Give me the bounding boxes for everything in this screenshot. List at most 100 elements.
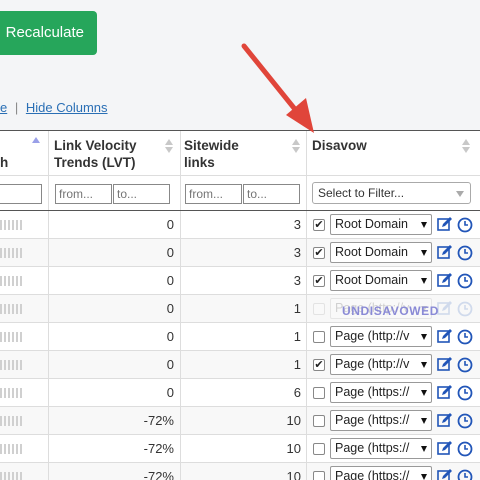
edit-icon[interactable] [437,469,452,480]
disavow-scope-select[interactable]: Page (http://v [330,354,432,375]
hide-columns-link[interactable]: Hide Columns [26,100,108,115]
edit-icon[interactable] [437,301,452,316]
sitewide-from-input[interactable] [185,184,242,204]
disavow-scope-value: Page (https:// [335,469,410,480]
disavow-scope-value: Page (https:// [335,385,410,399]
disavow-filter-select[interactable]: Select to Filter... [312,182,471,204]
disavow-scope-select[interactable]: Page (https:// [330,466,432,480]
history-icon[interactable] [457,469,473,480]
sitewide-value: 6 [293,385,301,400]
disavow-scope-select[interactable]: Page (https:// [330,382,432,403]
table-header: h Link Velocity Trends (LVT) Sitewide link… [0,131,480,175]
sitewide-value: 1 [293,301,301,316]
disavow-scope-select[interactable]: Page (https:// [330,410,432,431]
edit-icon[interactable] [437,385,452,400]
disavow-checkbox[interactable] [313,331,325,343]
table-row: 0 6 Page (https:// [0,379,480,407]
sparkline [0,388,22,398]
disavow-scope-value: Page (http://v [335,357,410,371]
disavow-checkbox[interactable]: ✔ [313,275,325,287]
history-icon[interactable] [457,301,473,317]
column-header-sitewide[interactable]: Sitewide links [184,131,239,175]
sort-arrows-icon[interactable] [462,139,470,153]
sitewide-value: 10 [286,441,301,456]
sort-arrows-icon[interactable] [165,139,173,153]
history-icon[interactable] [457,217,473,233]
edit-icon[interactable] [437,413,452,428]
disavow-checkbox[interactable] [313,443,325,455]
table-row: -72% 10 Page (https:// [0,463,480,480]
disavow-scope-select[interactable]: Root Domain [330,242,432,263]
history-icon[interactable] [457,441,473,457]
lvt-to-input[interactable] [113,184,170,204]
edit-icon[interactable] [437,441,452,456]
sitewide-value: 10 [286,413,301,428]
disavow-checkbox[interactable]: ✔ [313,359,325,371]
history-icon[interactable] [457,329,473,345]
table-row: 0 3 ✔ Root Domain [0,211,480,239]
disavow-checkbox[interactable]: ✔ [313,247,325,259]
table-row: 0 1 Page (http://v [0,323,480,351]
table-row: 0 1 Page (http://v UNDISAVOWED [0,295,480,323]
edit-icon[interactable] [437,273,452,288]
disavow-checkbox[interactable]: ✔ [313,219,325,231]
sparkline [0,472,22,480]
edit-icon[interactable] [437,245,452,260]
disavow-checkbox[interactable] [313,387,325,399]
show-columns-link-partial[interactable]: e [0,100,7,115]
disavow-scope-select[interactable]: Page (https:// [330,438,432,459]
table-row: 0 1 ✔ Page (http://v [0,351,480,379]
column-header-partial[interactable]: h [0,131,8,175]
disavow-scope-value: Root Domain [335,273,408,287]
history-icon[interactable] [457,245,473,261]
sparkline [0,360,22,370]
disavow-checkbox[interactable] [313,415,325,427]
lvt-value: 0 [166,245,174,260]
lvt-value: 0 [166,385,174,400]
sparkline [0,220,22,230]
disavow-scope-value: Page (http://v [335,329,410,343]
disavow-scope-value: Root Domain [335,245,408,259]
filter-row: Select to Filter... [0,175,480,211]
disavow-checkbox[interactable] [313,471,325,480]
disavow-scope-select[interactable]: Page (http://v [330,326,432,347]
sparkline [0,304,22,314]
recalculate-button[interactable]: Recalculate [0,11,97,55]
history-icon[interactable] [457,385,473,401]
lvt-value: 0 [166,301,174,316]
edit-icon[interactable] [437,329,452,344]
sitewide-value: 3 [293,273,301,288]
edit-icon[interactable] [437,357,452,372]
column-header-lvt[interactable]: Link Velocity Trends (LVT) [54,131,137,175]
sparkline [0,276,22,286]
lvt-value: 0 [166,217,174,232]
lvt-value: 0 [166,329,174,344]
lvt-from-input[interactable] [55,184,112,204]
disavow-scope-value: Root Domain [335,217,408,231]
edit-icon[interactable] [437,217,452,232]
sitewide-value: 3 [293,245,301,260]
sparkline [0,248,22,258]
undisavowed-badge: UNDISAVOWED [342,304,440,318]
disavow-scope-value: Page (https:// [335,441,410,455]
column-header-disavow[interactable]: Disavow [312,131,367,175]
history-icon[interactable] [457,413,473,429]
sparkline [0,416,22,426]
disavow-scope-select[interactable]: Root Domain [330,214,432,235]
sort-arrows-icon[interactable] [292,139,300,153]
column-links: e | Hide Columns [0,100,108,115]
disavow-scope-select[interactable]: Root Domain [330,270,432,291]
disavow-checkbox[interactable] [313,303,325,315]
table-row: -72% 10 Page (https:// [0,435,480,463]
sitewide-to-input[interactable] [243,184,300,204]
sort-arrows-icon[interactable] [32,137,40,145]
disavow-scope-value: Page (https:// [335,413,410,427]
history-icon[interactable] [457,273,473,289]
table-row: 0 3 ✔ Root Domain [0,267,480,295]
lvt-value: 0 [166,357,174,372]
sparkline [0,332,22,342]
history-icon[interactable] [457,357,473,373]
sitewide-value: 1 [293,329,301,344]
table-body: 0 3 ✔ Root Domain 0 3 ✔ Root Domain 0 3 ✔ Root Doma… [0,211,480,480]
filter-partial-input[interactable] [0,184,42,204]
